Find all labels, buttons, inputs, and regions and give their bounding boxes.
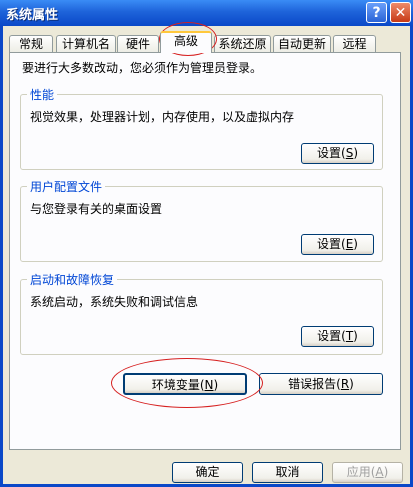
performance-settings-button[interactable]: 设置(S) bbox=[301, 143, 374, 164]
startup-recovery-settings-hotkey: T bbox=[345, 329, 354, 343]
tab-remote[interactable]: 远程 bbox=[333, 35, 376, 52]
user-profiles-group-title: 用户配置文件 bbox=[27, 178, 106, 195]
startup-recovery-group: 启动和故障恢复 系统启动，系统失败和调试信息 设置(T) bbox=[20, 271, 383, 355]
performance-group-title: 性能 bbox=[27, 86, 58, 103]
error-reporting-label: 错误报告 bbox=[288, 377, 337, 391]
startup-recovery-group-title: 启动和故障恢复 bbox=[27, 271, 118, 288]
window-border-left bbox=[0, 26, 3, 487]
tab-auto-update[interactable]: 自动更新 bbox=[273, 35, 331, 52]
startup-recovery-description: 系统启动，系统失败和调试信息 bbox=[30, 295, 199, 309]
admin-notice: 要进行大多数改动，您必须作为管理员登录。 bbox=[22, 61, 263, 75]
user-profiles-settings-button[interactable]: 设置(E) bbox=[301, 234, 374, 255]
performance-settings-hotkey: S bbox=[345, 146, 354, 160]
title-bar[interactable] bbox=[0, 0, 413, 26]
apply-hotkey: A bbox=[375, 465, 384, 479]
startup-recovery-settings-label: 设置 bbox=[317, 329, 342, 343]
cancel-button[interactable]: 取消 bbox=[252, 462, 323, 483]
user-profiles-settings-hotkey: E bbox=[345, 237, 354, 251]
ok-button[interactable]: 确定 bbox=[172, 462, 243, 483]
error-reporting-button[interactable]: 错误报告(R) bbox=[259, 373, 383, 395]
performance-group: 性能 视觉效果，处理器计划，内存使用，以及虚拟内存 设置(S) bbox=[20, 86, 383, 170]
help-button[interactable]: ? bbox=[366, 2, 387, 23]
performance-settings-label: 设置 bbox=[316, 146, 341, 160]
close-button[interactable]: ✕ bbox=[390, 2, 411, 23]
performance-description: 视觉效果，处理器计划，内存使用，以及虚拟内存 bbox=[30, 110, 295, 124]
tab-computer-name[interactable]: 计算机名 bbox=[56, 35, 116, 52]
user-profiles-settings-label: 设置 bbox=[317, 237, 342, 251]
user-profiles-group: 用户配置文件 与您登录有关的桌面设置 设置(E) bbox=[20, 178, 383, 262]
annotation-circle-environment-variables bbox=[111, 358, 263, 408]
tab-advanced[interactable]: 高级 bbox=[160, 31, 212, 53]
window-title: 系统属性 bbox=[6, 8, 59, 23]
apply-label: 应用 bbox=[346, 465, 371, 479]
startup-recovery-settings-button[interactable]: 设置(T) bbox=[301, 326, 374, 347]
tab-general[interactable]: 常规 bbox=[9, 35, 53, 52]
tab-hardware[interactable]: 硬件 bbox=[117, 35, 159, 52]
tab-system-restore[interactable]: 系统还原 bbox=[214, 35, 271, 52]
apply-button[interactable]: 应用(A) bbox=[332, 462, 403, 483]
user-profiles-description: 与您登录有关的桌面设置 bbox=[30, 202, 163, 216]
error-reporting-hotkey: R bbox=[340, 377, 350, 391]
